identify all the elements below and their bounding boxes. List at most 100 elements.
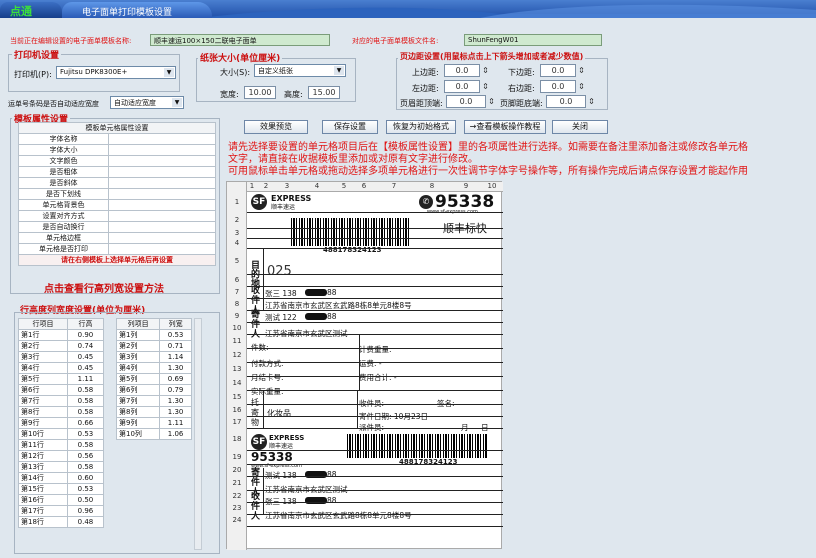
row-height-value[interactable]: 0.48 <box>66 516 105 528</box>
prop-border-value[interactable] <box>108 232 216 244</box>
tab-template-settings[interactable]: 电子面单打印模板设置 <box>62 2 212 18</box>
waybill-template[interactable]: 1 2 3 4 5 6 7 8 9 10 1 2 3 4 5 6 7 8 9 10 11 12 13 14 15 16 17 18 1… <box>226 181 503 550</box>
printer-select[interactable]: Fujitsu DPK8300E+ ▼ <box>56 66 176 79</box>
row-number[interactable]: 22 <box>227 492 247 500</box>
row-number[interactable]: 9 <box>227 312 247 320</box>
column-number[interactable]: 6 <box>353 182 375 190</box>
row-number[interactable]: 8 <box>227 300 247 308</box>
row-height-value[interactable]: 0.53 <box>66 428 105 440</box>
row-height-value[interactable]: 0.74 <box>66 340 105 352</box>
row-number[interactable]: 2 <box>227 216 247 224</box>
row-number[interactable]: 14 <box>227 379 247 387</box>
rowcol-method-link[interactable]: 点击查看行高列宽设置方法 <box>44 280 164 295</box>
row-number[interactable]: 20 <box>227 466 247 474</box>
prop-font-name-value[interactable] <box>108 133 216 145</box>
row-height-value[interactable]: 0.58 <box>66 395 105 407</box>
preview-button[interactable]: 效果预览 <box>244 120 308 134</box>
column-number[interactable]: 4 <box>299 182 335 190</box>
row-height-value[interactable]: 1.11 <box>66 373 105 385</box>
col-width-value[interactable]: 1.06 <box>159 428 192 440</box>
rowcol-scrollbar[interactable] <box>194 318 202 550</box>
template-file-field[interactable]: ShunFengW01 <box>464 34 602 46</box>
row-height-value[interactable]: 0.58 <box>66 384 105 396</box>
paper-width-input[interactable]: 10.00 <box>244 86 276 99</box>
footer-margin-spinner[interactable]: ⇕ <box>587 95 596 108</box>
row-number[interactable]: 1 <box>227 198 247 206</box>
column-number[interactable]: 1 <box>247 182 257 190</box>
header-margin-input[interactable]: 0.0 <box>446 95 486 108</box>
row-height-value[interactable]: 0.56 <box>66 450 105 462</box>
col-width-value[interactable]: 1.30 <box>159 406 192 418</box>
row-number[interactable]: 15 <box>227 393 247 401</box>
row-number[interactable]: 4 <box>227 239 247 247</box>
prop-underline-value[interactable] <box>108 188 216 200</box>
save-button[interactable]: 保存设置 <box>322 120 378 134</box>
row-number[interactable]: 18 <box>227 435 247 443</box>
prop-font-size-value[interactable] <box>108 144 216 156</box>
row-number[interactable]: 3 <box>227 229 247 237</box>
right-margin-spinner[interactable]: ⇕ <box>577 80 586 93</box>
row-height-value[interactable]: 0.53 <box>66 483 105 495</box>
row-height-value[interactable]: 0.50 <box>66 494 105 506</box>
left-margin-input[interactable]: 0.0 <box>444 80 480 93</box>
tutorial-button[interactable]: →查看模板操作教程 <box>464 120 546 134</box>
prop-bg-color-value[interactable] <box>108 199 216 211</box>
column-number[interactable]: 9 <box>451 182 481 190</box>
prop-italic-value[interactable] <box>108 177 216 189</box>
row-number[interactable]: 24 <box>227 516 247 524</box>
footer-margin-input[interactable]: 0.0 <box>546 95 586 108</box>
left-margin-spinner[interactable]: ⇕ <box>481 80 490 93</box>
row-number[interactable]: 7 <box>227 288 247 296</box>
row-number[interactable]: 12 <box>227 351 247 359</box>
column-number[interactable]: 5 <box>335 182 353 190</box>
current-template-field[interactable]: 顺丰速运100×150二联电子面单 <box>150 34 330 46</box>
col-width-value[interactable]: 0.53 <box>159 329 192 341</box>
row-number[interactable]: 17 <box>227 418 247 426</box>
col-width-value[interactable]: 1.30 <box>159 362 192 374</box>
row-number[interactable]: 11 <box>227 337 247 345</box>
row-number[interactable]: 21 <box>227 479 247 487</box>
row-height-value[interactable]: 0.96 <box>66 505 105 517</box>
col-width-value[interactable]: 1.14 <box>159 351 192 363</box>
row-number[interactable]: 16 <box>227 406 247 414</box>
paper-height-input[interactable]: 15.00 <box>308 86 340 99</box>
col-width-value[interactable]: 1.11 <box>159 417 192 429</box>
column-number[interactable]: 2 <box>257 182 275 190</box>
close-button[interactable]: 关闭 <box>552 120 608 134</box>
column-number[interactable]: 3 <box>275 182 299 190</box>
col-width-value[interactable]: 0.69 <box>159 373 192 385</box>
bottom-margin-spinner[interactable]: ⇕ <box>577 64 586 77</box>
col-width-value[interactable]: 0.71 <box>159 340 192 352</box>
column-number[interactable]: 7 <box>375 182 413 190</box>
column-number[interactable]: 10 <box>481 182 503 190</box>
row-height-value[interactable]: 0.58 <box>66 439 105 451</box>
prop-print-value[interactable] <box>108 243 216 255</box>
col-width-value[interactable]: 1.30 <box>159 395 192 407</box>
row-height-value[interactable]: 0.58 <box>66 406 105 418</box>
row-height-value[interactable]: 0.66 <box>66 417 105 429</box>
row-number[interactable]: 10 <box>227 324 247 332</box>
row-number[interactable]: 5 <box>227 257 247 265</box>
right-margin-input[interactable]: 0.0 <box>540 80 576 93</box>
top-margin-input[interactable]: 0.0 <box>444 64 480 77</box>
prop-align-value[interactable] <box>108 210 216 222</box>
prop-wrap-value[interactable] <box>108 221 216 233</box>
prop-bold-value[interactable] <box>108 166 216 178</box>
header-margin-spinner[interactable]: ⇕ <box>487 95 496 108</box>
row-number[interactable]: 23 <box>227 504 247 512</box>
prop-text-color-value[interactable] <box>108 155 216 167</box>
row-height-value[interactable]: 0.58 <box>66 461 105 473</box>
paper-size-select[interactable]: 自定义纸张 ▼ <box>254 64 346 77</box>
row-height-value[interactable]: 0.60 <box>66 472 105 484</box>
row-height-value[interactable]: 0.45 <box>66 362 105 374</box>
tab-app[interactable]: 点通 <box>0 2 62 18</box>
row-height-value[interactable]: 0.45 <box>66 351 105 363</box>
barcode-width-select[interactable]: 自动适应宽度 ▼ <box>110 96 184 109</box>
row-number[interactable]: 6 <box>227 276 247 284</box>
row-number[interactable]: 19 <box>227 453 247 461</box>
row-height-value[interactable]: 0.90 <box>66 329 105 341</box>
col-width-value[interactable]: 0.79 <box>159 384 192 396</box>
column-number[interactable]: 8 <box>413 182 451 190</box>
row-number[interactable]: 13 <box>227 365 247 373</box>
bottom-margin-input[interactable]: 0.0 <box>540 64 576 77</box>
